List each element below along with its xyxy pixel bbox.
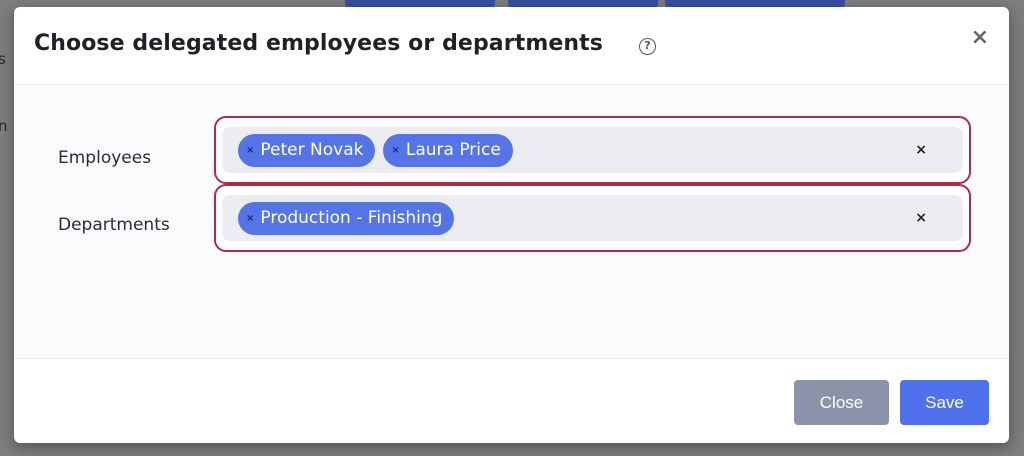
employee-chip[interactable]: × Peter Novak [238,133,376,167]
close-button[interactable]: Close [794,380,889,425]
departments-multiselect[interactable]: × Production - Finishing × [222,195,963,241]
chip-remove-icon[interactable]: × [391,145,399,156]
clear-icon[interactable]: × [915,142,927,158]
clear-icon[interactable]: × [915,210,927,226]
employees-label: Employees [58,148,152,168]
delegation-modal: Choose delegated employees or department… [14,7,1009,443]
departments-field-highlight: × Production - Finishing × [214,184,971,252]
close-icon[interactable]: × [971,27,989,49]
chip-label: Production - Finishing [260,208,443,228]
department-chip[interactable]: × Production - Finishing [238,201,455,235]
save-button[interactable]: Save [900,380,989,425]
background-text: n [0,117,8,135]
chip-label: Laura Price [405,140,501,160]
employees-field-highlight: × Peter Novak × Laura Price × [214,116,971,184]
employees-multiselect[interactable]: × Peter Novak × Laura Price × [222,127,963,173]
background-text: s [0,50,6,68]
modal-header: Choose delegated employees or department… [14,7,1009,85]
chip-remove-icon[interactable]: × [246,213,254,224]
modal-footer: Close Save [14,358,1009,443]
departments-label: Departments [58,215,170,235]
modal-title: Choose delegated employees or department… [34,31,603,56]
chip-label: Peter Novak [260,140,364,160]
help-icon[interactable]: ? [639,38,656,55]
chip-remove-icon[interactable]: × [246,145,254,156]
modal-body: Employees × Peter Novak × Laura Price × … [14,86,1009,358]
employee-chip[interactable]: × Laura Price [383,133,513,167]
